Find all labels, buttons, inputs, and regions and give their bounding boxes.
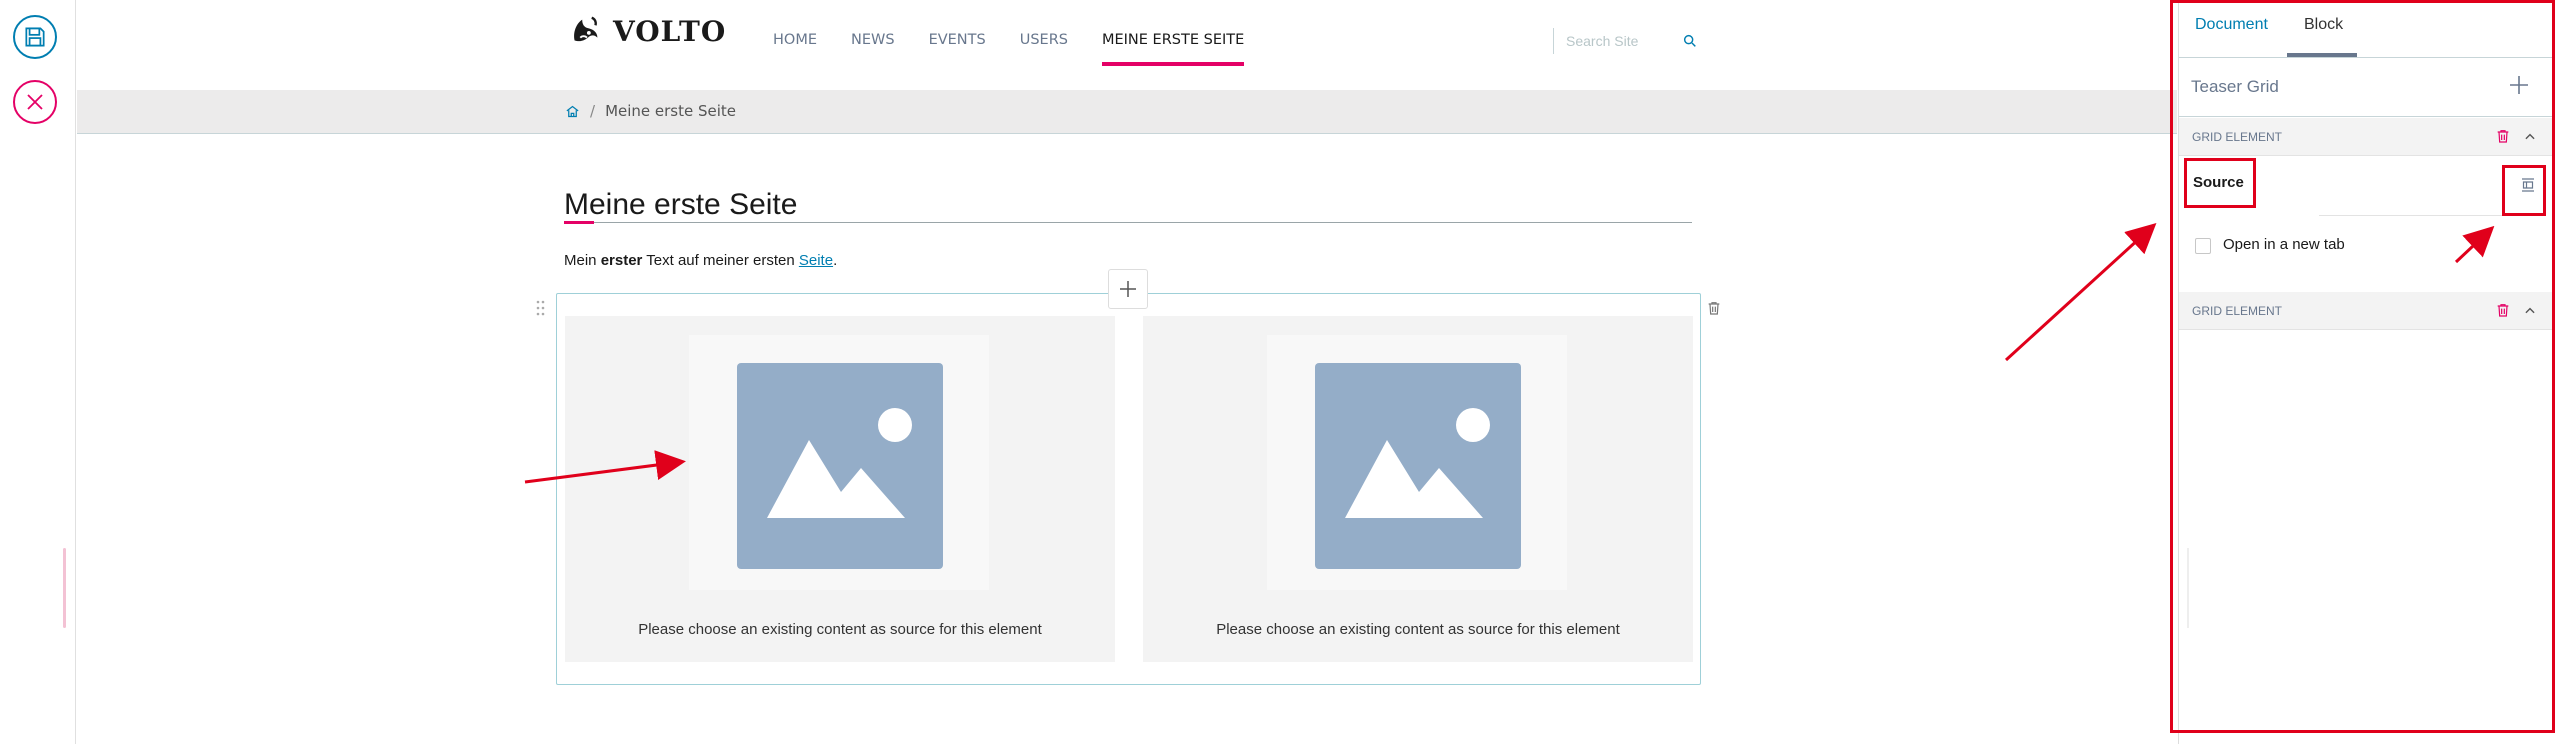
toolbar [0,0,76,744]
site-header: VOLTO HOME NEWS EVENTS USERS MEINE ERSTE… [77,0,2177,90]
save-icon [25,27,45,47]
intro-link[interactable]: Seite [799,252,833,269]
home-icon[interactable] [565,104,580,119]
search-box [1553,28,1703,54]
breadcrumb-current: Meine erste Seite [605,102,737,120]
search-icon[interactable] [1682,33,1698,49]
annotation-arrow-source [2004,222,2157,362]
empty-source-message: Please choose an existing content as sou… [1216,621,1620,638]
grid-element-2[interactable]: Please choose an existing content as sou… [1143,316,1693,662]
annotation-box-source [2184,158,2256,208]
page-title[interactable]: Meine erste Seite [564,188,797,222]
intro-text-middle: Text auf meiner ersten [642,252,799,269]
image-placeholder-icon [737,363,943,569]
title-divider [564,222,1692,223]
drag-handle-icon[interactable] [536,300,546,320]
nav-item-events[interactable]: EVENTS [929,32,986,48]
image-frame [1267,335,1567,590]
add-block-button[interactable] [1108,269,1148,309]
image-frame [689,335,989,590]
empty-source-message: Please choose an existing content as sou… [638,621,1042,638]
intro-text-start: Mein [564,252,601,269]
delete-block-icon[interactable] [1706,300,1722,320]
cancel-button[interactable] [13,80,57,124]
annotation-box-sidebar [2170,0,2555,733]
site-logo[interactable]: VOLTO [567,12,726,50]
intro-text-bold: erster [600,252,643,269]
nav-item-meine-erste-seite[interactable]: MEINE ERSTE SEITE [1101,32,1245,66]
intro-text-end: . [833,252,838,269]
logo-text: VOLTO [613,14,727,48]
close-icon [27,94,43,110]
intro-paragraph[interactable]: Mein erster Text auf meiner ersten Seite… [564,252,837,269]
nav-item-news[interactable]: NEWS [851,32,895,48]
nav-item-home[interactable]: HOME [773,32,817,48]
breadcrumb-separator: / [590,102,596,120]
plus-icon [1120,281,1136,297]
title-accent [564,221,594,224]
nav-item-users[interactable]: USERS [1020,32,1068,48]
annotation-box-browse [2502,165,2546,216]
main-navigation: HOME NEWS EVENTS USERS MEINE ERSTE SEITE [773,32,1245,66]
volto-logo-icon [574,16,598,42]
image-placeholder-icon [1315,363,1521,569]
grid-element-1[interactable]: Please choose an existing content as sou… [565,316,1115,662]
breadcrumb-bar: / Meine erste Seite [77,90,2177,134]
breadcrumb: / Meine erste Seite [565,102,736,120]
search-input[interactable] [1566,33,1676,49]
toolbar-resize-handle[interactable] [63,548,66,628]
save-button[interactable] [13,15,57,59]
